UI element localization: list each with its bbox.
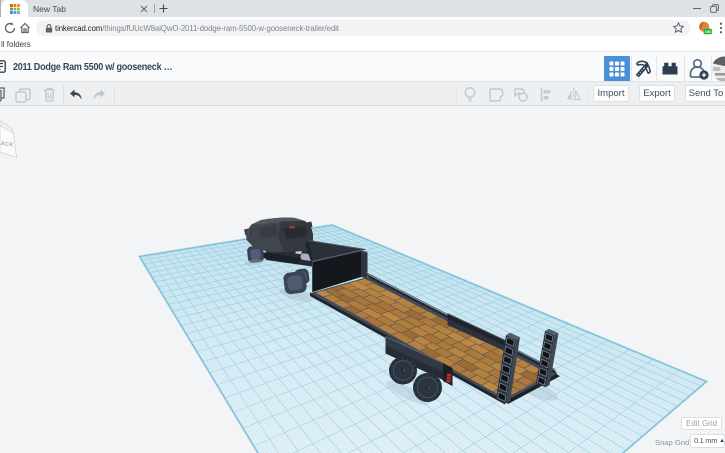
svg-text:ON: ON — [705, 30, 711, 34]
